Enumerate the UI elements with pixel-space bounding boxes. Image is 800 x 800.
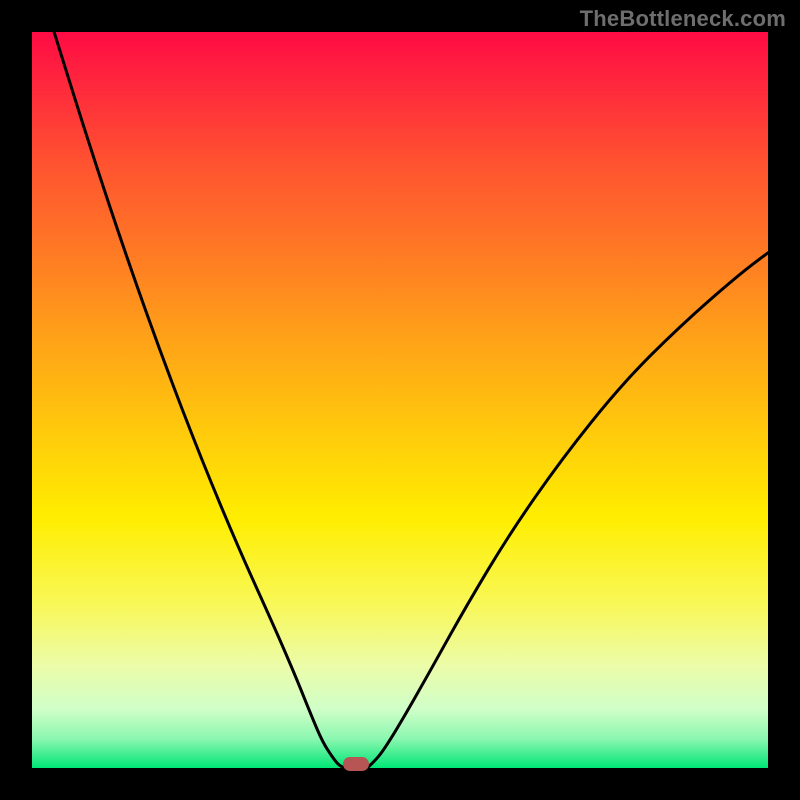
optimal-point-marker (343, 757, 369, 771)
plot-area (32, 32, 768, 768)
bottleneck-curve (32, 32, 768, 768)
chart-frame: TheBottleneck.com (0, 0, 800, 800)
watermark-text: TheBottleneck.com (580, 6, 786, 32)
